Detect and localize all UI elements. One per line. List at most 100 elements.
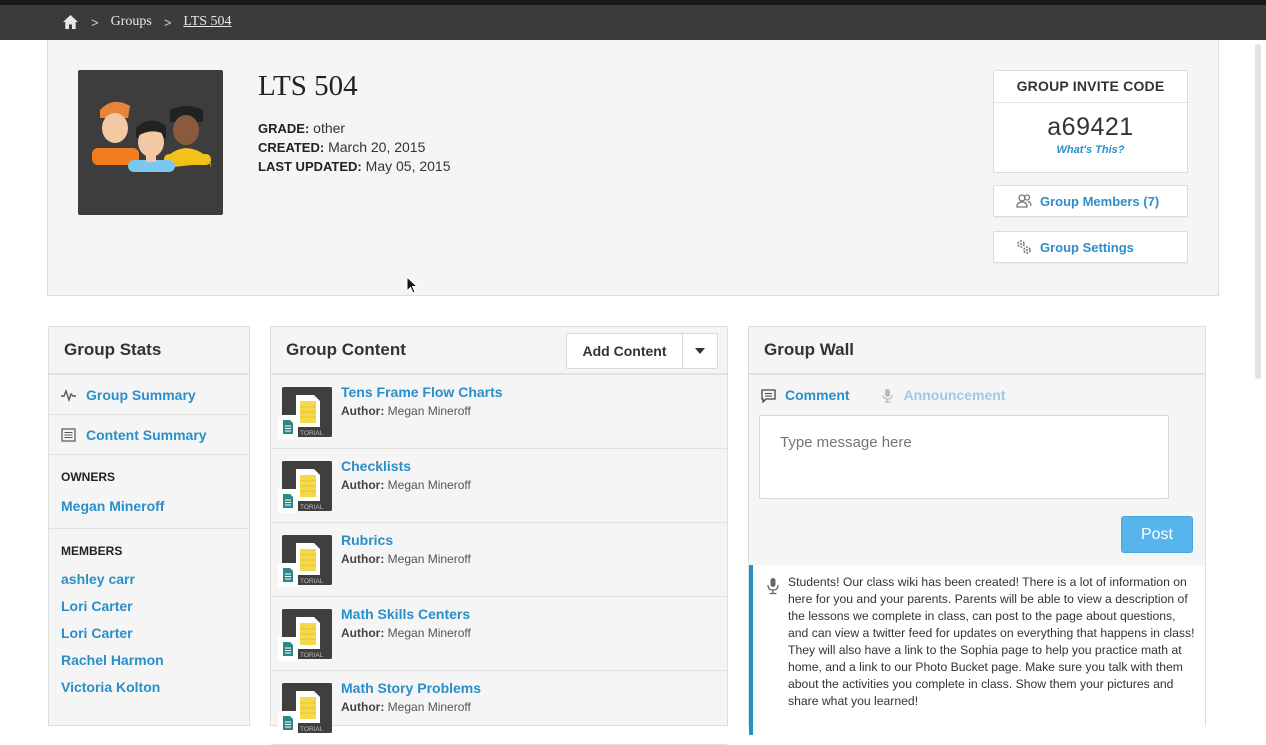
content-item-author: Author: Megan Mineroff: [341, 552, 471, 566]
group-wall-panel: Group Wall Comment Announcement Post: [748, 326, 1206, 735]
grade-label: GRADE:: [258, 121, 310, 136]
member-last-name: Harmon: [110, 652, 164, 668]
member-first-name: Lori: [61, 598, 88, 614]
content-item[interactable]: TORIAL Math Skills Centers Author: Megan M…: [271, 597, 727, 671]
content-item-title[interactable]: Rubrics: [341, 532, 393, 548]
group-meta: GRADE: other CREATED: March 20, 2015 LAS…: [258, 119, 451, 176]
microphone-icon: [767, 578, 779, 595]
content-item[interactable]: TORIAL Math Story Problems Author: Megan M…: [271, 671, 727, 745]
author-label: Author:: [341, 700, 385, 714]
tutorial-badge: [278, 489, 298, 513]
author-name: Megan Mineroff: [387, 478, 471, 492]
gears-icon: [1017, 240, 1031, 254]
group-header: LTS 504 GRADE: other CREATED: March 20, …: [47, 40, 1219, 296]
add-content-button[interactable]: Add Content: [566, 333, 718, 369]
comment-icon: [761, 388, 776, 403]
created-row: CREATED: March 20, 2015: [258, 138, 451, 157]
tab-announcement-label: Announcement: [903, 387, 1006, 403]
member-last-name: carr: [108, 571, 135, 587]
breadcrumb-current[interactable]: LTS 504: [183, 14, 231, 30]
group-settings-label: Group Settings: [1040, 239, 1134, 255]
member-first-name: Rachel: [61, 652, 107, 668]
author-name: Megan Mineroff: [387, 404, 471, 418]
add-content-dropdown[interactable]: [683, 334, 717, 368]
tutorial-badge: [278, 637, 298, 661]
content-summary-link[interactable]: Content Summary: [49, 415, 249, 455]
page-title: LTS 504: [258, 70, 358, 102]
wall-post-text: Students! Our class wiki has been create…: [788, 575, 1195, 708]
breadcrumb: > Groups > LTS 504: [62, 14, 232, 30]
members-icon: [1016, 194, 1032, 208]
tutorial-badge: [278, 415, 298, 439]
content-item[interactable]: TORIAL Rubrics Author: Megan Mineroff: [271, 523, 727, 597]
group-content-title: Group Content: [286, 340, 406, 359]
content-list: TORIAL Tens Frame Flow Charts Author: Mega…: [271, 375, 727, 745]
whats-this-link[interactable]: What's This?: [994, 144, 1187, 156]
top-bar: > Groups > LTS 504: [0, 0, 1266, 40]
file-text-icon: [283, 568, 293, 582]
breadcrumb-groups-link[interactable]: Groups: [111, 14, 152, 30]
updated-label: LAST UPDATED:: [258, 159, 362, 174]
content-item[interactable]: TORIAL Tens Frame Flow Charts Author: Mega…: [271, 375, 727, 449]
tutorial-badge: [278, 711, 298, 735]
content-item-author: Author: Megan Mineroff: [341, 700, 471, 714]
tab-comment[interactable]: Comment: [761, 387, 850, 403]
created-label: CREATED:: [258, 140, 325, 155]
breadcrumb-separator: >: [163, 14, 172, 30]
member-link[interactable]: Lori Carter: [49, 593, 249, 620]
author-label: Author:: [341, 478, 385, 492]
add-content-label[interactable]: Add Content: [567, 334, 683, 368]
caret-down-icon: [695, 348, 705, 354]
invite-code-box: GROUP INVITE CODE a69421 What's This?: [993, 70, 1188, 173]
author-name: Megan Mineroff: [387, 552, 471, 566]
tutorial-badge: [278, 563, 298, 587]
content-summary-label: Content Summary: [86, 426, 207, 443]
member-link[interactable]: Lori Carter: [49, 620, 249, 647]
post-button[interactable]: Post: [1121, 516, 1193, 553]
group-avatar: [78, 70, 223, 215]
tab-comment-label: Comment: [785, 387, 850, 403]
message-input[interactable]: [759, 415, 1169, 499]
thumbnail-caption: TORIAL: [300, 652, 324, 659]
thumbnail-caption: TORIAL: [300, 578, 324, 585]
member-last-name: Carter: [91, 625, 133, 641]
content-item-author: Author: Megan Mineroff: [341, 478, 471, 492]
member-last-name: Carter: [91, 598, 133, 614]
tab-announcement[interactable]: Announcement: [880, 387, 1006, 403]
thumbnail-caption: TORIAL: [300, 726, 324, 733]
content-item-title[interactable]: Math Skills Centers: [341, 606, 470, 622]
group-members-button[interactable]: Group Members (7): [993, 185, 1188, 217]
group-content-panel: Group Content Add Content TORIAL Tens Fra…: [270, 326, 728, 745]
list-icon: [61, 427, 76, 442]
page-scrollbar[interactable]: [1255, 44, 1261, 379]
file-text-icon: [283, 494, 293, 508]
file-text-icon: [283, 642, 293, 656]
group-stats-title: Group Stats: [49, 327, 249, 375]
member-link[interactable]: Rachel Harmon: [49, 647, 249, 674]
grade-row: GRADE: other: [258, 119, 451, 138]
group-summary-label: Group Summary: [86, 386, 196, 403]
grade-value: other: [313, 120, 346, 136]
member-link[interactable]: ashley carr: [49, 566, 249, 593]
group-content-header: Group Content Add Content: [271, 327, 727, 375]
group-wall-title: Group Wall: [749, 327, 1205, 375]
content-item-title[interactable]: Checklists: [341, 458, 411, 474]
group-settings-button[interactable]: Group Settings: [993, 231, 1188, 263]
content-item-title[interactable]: Math Story Problems: [341, 680, 481, 696]
owner-link[interactable]: Megan Mineroff: [49, 484, 249, 529]
author-label: Author:: [341, 404, 385, 418]
home-icon[interactable]: [62, 14, 79, 30]
group-members-label: Group Members (7): [1040, 193, 1160, 209]
content-item[interactable]: TORIAL Checklists Author: Megan Mineroff: [271, 449, 727, 523]
members-heading: MEMBERS: [61, 544, 123, 558]
activity-icon: [61, 388, 76, 402]
microphone-icon: [881, 388, 893, 403]
wall-tabs: Comment Announcement: [761, 387, 1035, 403]
group-summary-link[interactable]: Group Summary: [49, 375, 249, 415]
author-name: Megan Mineroff: [387, 700, 471, 714]
content-item-title[interactable]: Tens Frame Flow Charts: [341, 384, 503, 400]
member-first-name: Victoria: [61, 679, 113, 695]
author-label: Author:: [341, 552, 385, 566]
member-first-name: ashley: [61, 571, 105, 587]
member-link[interactable]: Victoria Kolton: [49, 674, 249, 701]
